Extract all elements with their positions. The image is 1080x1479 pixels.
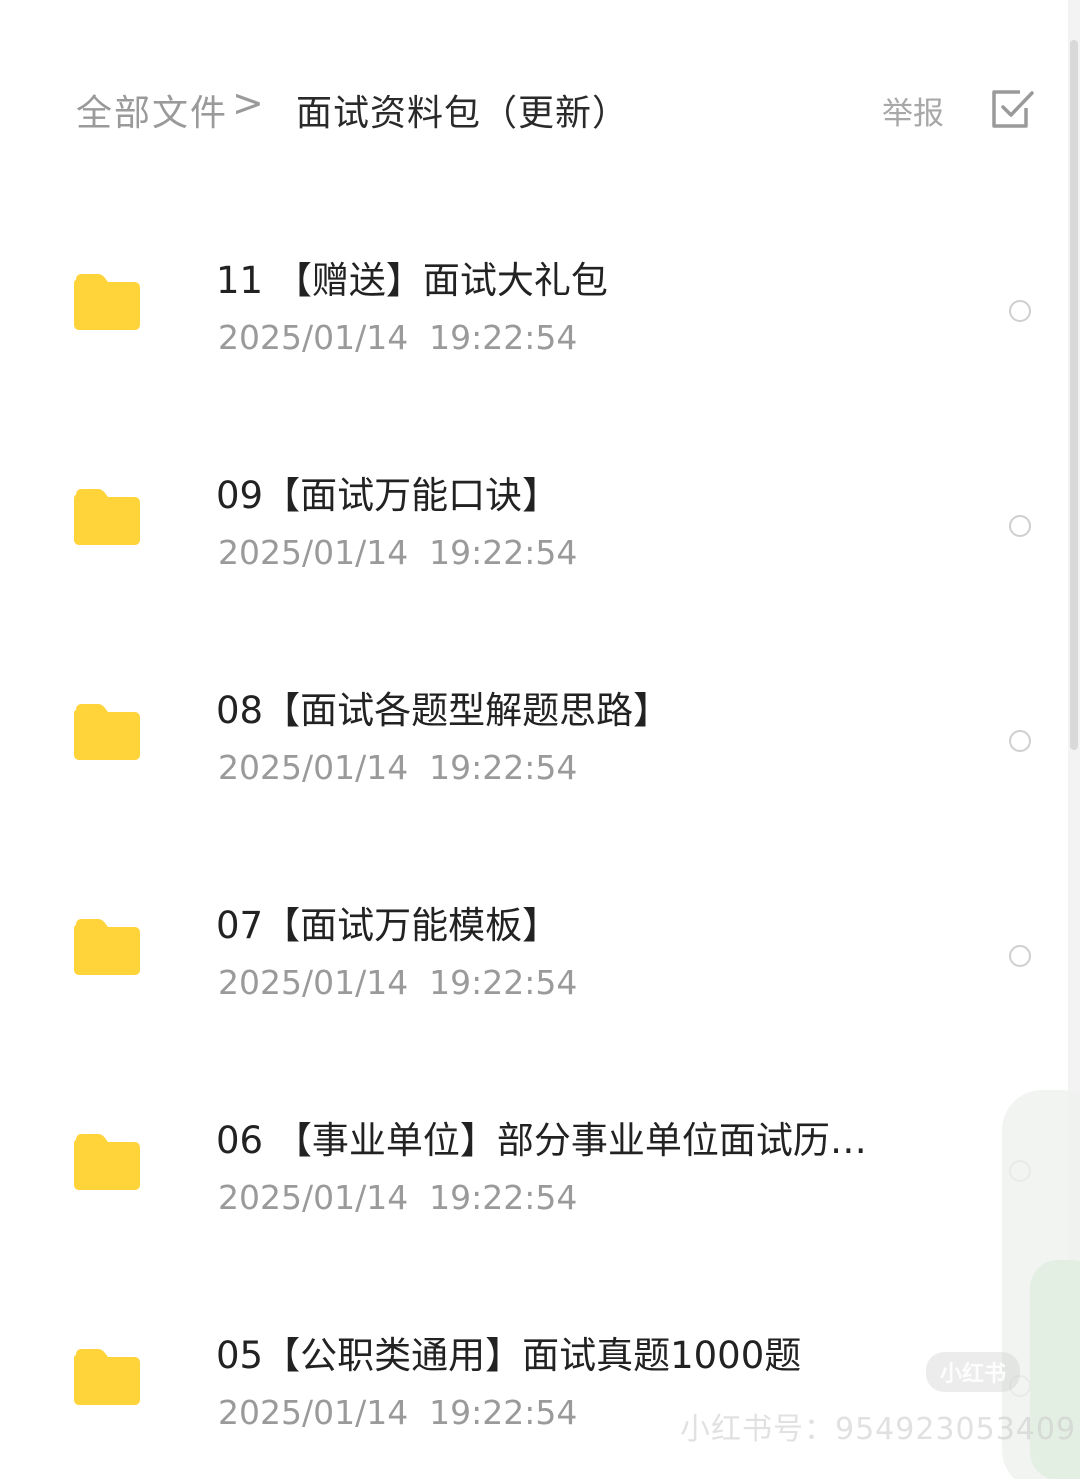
list-item[interactable]: 07【面试万能模板】 2025/01/14 19:22:54 [0,895,1060,1110]
watermark-logo: 小红书 [926,1352,1021,1392]
file-timestamp: 2025/01/14 19:22:54 [218,533,578,572]
watermark-id: 小红书号：954923053409 [680,1412,1077,1447]
radio-unchecked-icon[interactable] [1009,515,1031,537]
folder-icon [74,274,140,330]
list-item[interactable]: 05【公职类通用】面试真题1000题 2025/01/14 19:22:54 [0,1325,1060,1479]
list-item[interactable]: 08【面试各题型解题思路】 2025/01/14 19:22:54 [0,680,1060,895]
file-timestamp: 2025/01/14 19:22:54 [218,318,578,357]
file-browser-screen: 全部文件 > 面试资料包（更新） 举报 11 【赠送】面试大礼包 2025/01… [0,0,1080,1479]
breadcrumb-separator: > [232,81,264,125]
breadcrumb-current-folder: 面试资料包（更新） [296,93,630,134]
folder-icon [74,1134,140,1190]
list-item[interactable]: 09【面试万能口诀】 2025/01/14 19:22:54 [0,465,1060,680]
breadcrumb-root[interactable]: 全部文件 [76,84,228,136]
file-name: 09【面试万能口诀】 [216,474,560,517]
checkbox-select-icon[interactable] [990,86,1036,132]
radio-unchecked-icon[interactable] [1009,945,1031,967]
file-name: 11 【赠送】面试大礼包 [216,259,608,302]
file-timestamp: 2025/01/14 19:22:54 [218,1393,578,1432]
file-timestamp: 2025/01/14 19:22:54 [218,748,578,787]
radio-unchecked-icon[interactable] [1009,300,1031,322]
file-timestamp: 2025/01/14 19:22:54 [218,1178,578,1217]
header-bar: 全部文件 > 面试资料包（更新） 举报 [0,0,1080,200]
folder-icon [74,704,140,760]
list-item[interactable]: 06 【事业单位】部分事业单位面试历… 2025/01/14 19:22:54 [0,1110,1060,1325]
radio-unchecked-icon[interactable] [1009,730,1031,752]
list-item[interactable]: 11 【赠送】面试大礼包 2025/01/14 19:22:54 [0,250,1060,465]
file-name: 06 【事业单位】部分事业单位面试历… [216,1119,867,1162]
file-timestamp: 2025/01/14 19:22:54 [218,963,578,1002]
file-name: 08【面试各题型解题思路】 [216,689,671,732]
folder-icon [74,489,140,545]
file-name: 07【面试万能模板】 [216,904,560,947]
folder-icon [74,919,140,975]
scrollbar-thumb[interactable] [1070,40,1078,750]
file-name: 05【公职类通用】面试真题1000题 [216,1334,802,1377]
report-button[interactable]: 举报 [882,88,944,133]
folder-icon [74,1349,140,1405]
